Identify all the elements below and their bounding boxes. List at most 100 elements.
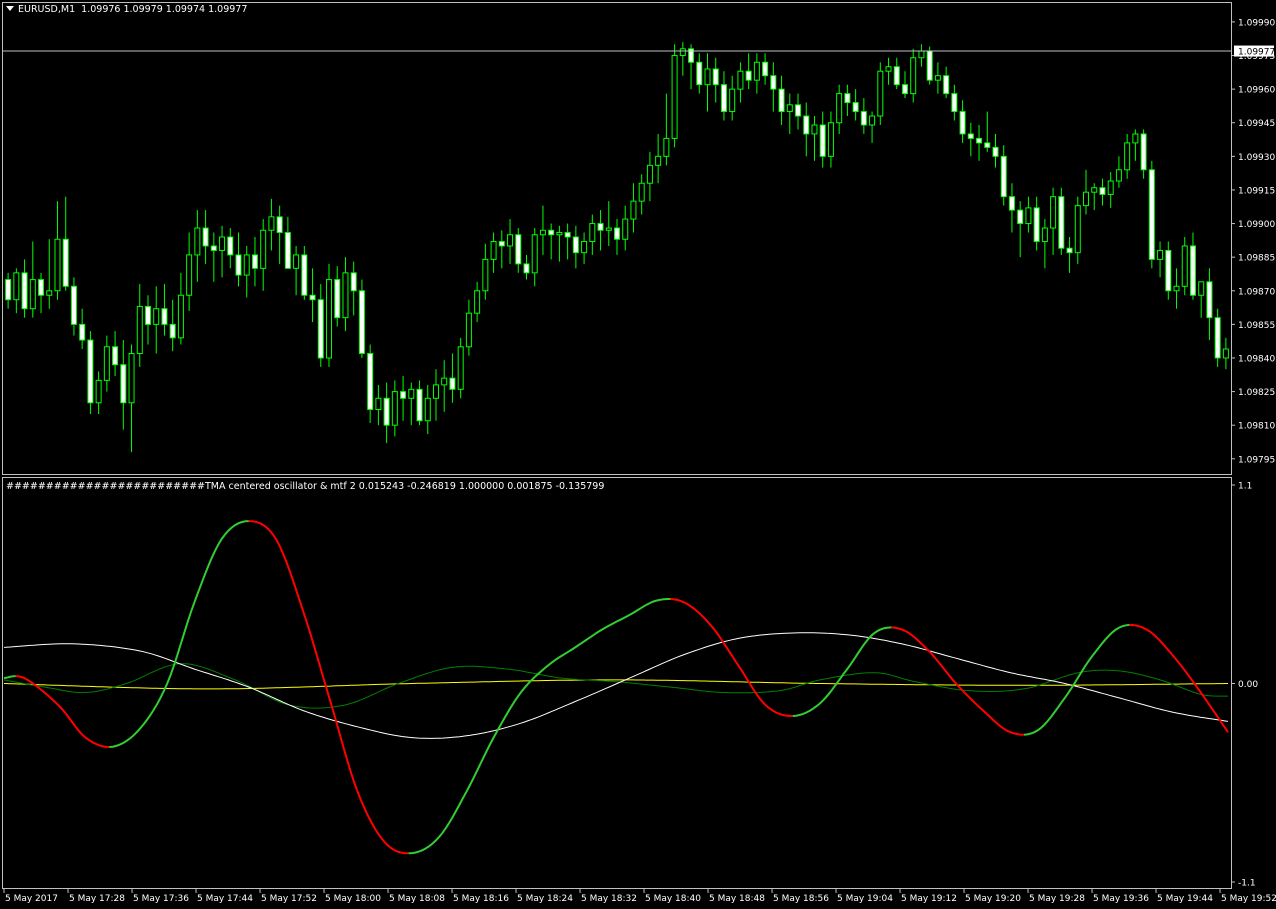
candle-bull [268,216,275,231]
price-tick-label: 1.09930 [1238,153,1275,163]
dropdown-triangle-icon[interactable] [6,6,14,11]
candle-bull [556,232,563,236]
candle-bull [1198,281,1205,296]
candle-bull [877,70,884,117]
price-header: EURUSD,M1 1.09976 1.09979 1.09974 1.0997… [6,4,247,15]
candle-bull [219,236,226,251]
candle-bull [342,272,349,319]
candle-bull [243,254,250,276]
current-price-label: 1.09977 [1238,48,1275,58]
candle-bull [581,240,588,254]
candle-bear [803,115,810,135]
oscillator-rising-segment [408,598,671,855]
candle-bear [778,88,785,113]
candle-bear [1206,281,1213,319]
candle-bull [836,93,843,124]
candle-bear [926,50,933,81]
price-tick-label: 1.09855 [1238,321,1275,331]
time-tick-label: 5 May 18:24 [517,894,573,904]
candle-bull [177,294,184,339]
time-tick-label: 5 May 17:28 [69,894,125,904]
candle-bull [490,240,497,260]
candle-bear [38,279,45,296]
oscillator-rising-segment [109,520,249,748]
candle-bear [712,68,719,86]
candle-bear [572,236,579,254]
candle-bear [564,232,571,238]
candle-bear [383,397,390,426]
candle-bear [515,234,522,265]
price-tick-label: 1.09840 [1238,354,1275,364]
candle-bear [1099,187,1106,195]
time-tick-label: 5 May 17:44 [197,894,253,904]
candle-bear [350,272,357,292]
candle-bear [144,305,151,325]
candle-bull [1107,180,1114,195]
candle-bear [795,104,802,117]
candle-bull [753,61,760,81]
candle-bear [1189,245,1196,296]
candle-bull [910,57,917,95]
candle-bull [589,223,596,242]
candle-bear [770,75,777,90]
candle-bull [663,137,670,157]
time-tick-label: 5 May 19:20 [965,894,1021,904]
candle-bull [457,346,464,390]
time-tick-label: 5 May 19:04 [837,894,893,904]
candle-bull [13,272,20,301]
candle-bull [646,164,653,184]
candle-bear [79,323,86,341]
candle-bull [655,155,662,166]
candle-bear [367,353,374,411]
oscillator-title: #########################TMA centered os… [6,481,605,492]
candle-bear [720,84,727,113]
candle-bear [901,84,908,95]
candle-bear [696,61,703,86]
candle-bull [482,258,489,292]
candle-bull [54,238,61,292]
candle-bull [293,254,300,269]
candle-bull [638,182,645,202]
candle-bear [5,279,12,301]
candle-bull [1173,285,1180,292]
candle-bear [951,93,958,113]
candle-bear [358,290,365,354]
current-price-marker: 1.09977 [1234,45,1275,58]
time-tick-label: 5 May 19:52 [1221,894,1276,904]
candle-bull [1181,245,1188,287]
candle-bull [827,122,834,157]
candle-bear [548,229,555,236]
candle-bull [671,55,678,139]
candle-bear [976,137,983,144]
candle-bear [852,102,859,113]
thin-green-line [3,663,1228,709]
candle-bear [202,227,209,247]
candle-bull [1157,249,1164,260]
chart-canvas: 1.099901.099751.099601.099451.099301.099… [2,2,1276,904]
candle-bear [959,111,966,135]
candle-bear [87,339,94,404]
oscillator-falling-segment [248,520,409,855]
time-tick-label: 5 May 18:56 [773,894,829,904]
candle-bear [70,285,77,325]
candle-bear [1214,317,1221,359]
symbol-label: EURUSD,M1 [18,4,76,15]
candle-bull [136,305,143,355]
osc-tick-label: 1.1 [1238,482,1252,492]
candle-bull [441,377,448,386]
price-tick-label: 1.09990 [1238,18,1275,28]
candle-bear [1058,196,1065,249]
candle-bull [1091,187,1098,193]
candle-bull [1124,142,1131,171]
candle-bull [1083,191,1090,207]
osc-panel-frame [2,477,1232,889]
candle-bear [597,223,604,231]
oscillator-series [3,520,1229,855]
ohlc-label: 1.09976 1.09979 1.09974 1.09977 [81,4,248,15]
osc-tick-label: 0.00 [1238,680,1258,690]
candle-bear [276,216,283,234]
candle-bear [309,294,316,301]
candle-bear [860,111,867,126]
oscillator-falling-segment [670,598,793,717]
candle-bear [762,61,769,77]
